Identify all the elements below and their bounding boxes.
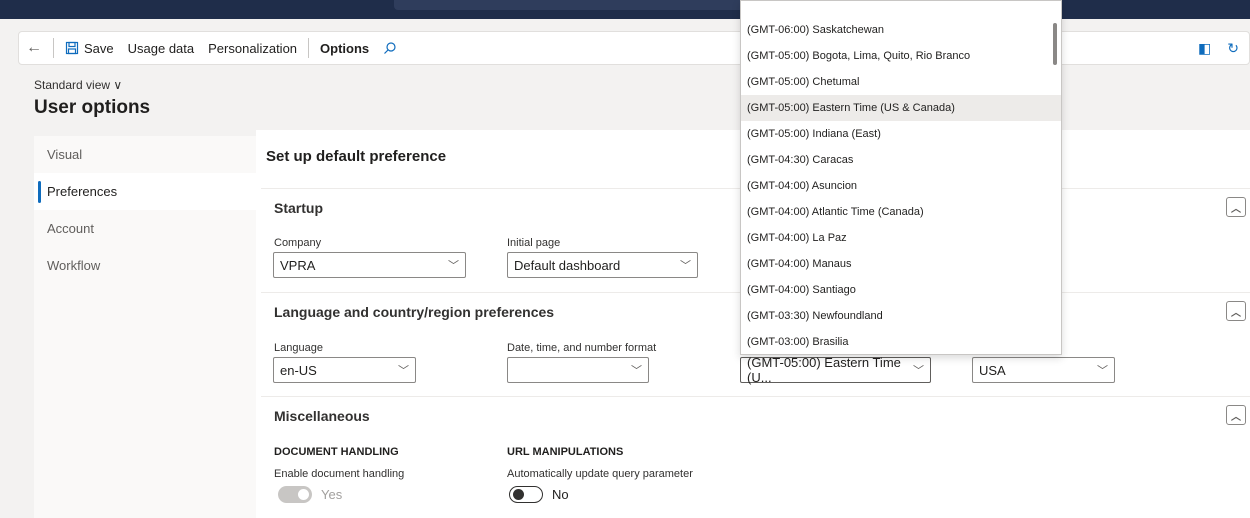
startup-heading: Startup — [274, 199, 323, 216]
toggle-switch[interactable] — [509, 486, 543, 503]
personalization-button[interactable]: Personalization — [201, 32, 304, 64]
country-value: USA — [979, 362, 1006, 378]
url-update-toggle[interactable]: No — [509, 486, 569, 503]
language-select[interactable]: en-US ﹀ — [273, 357, 416, 383]
dropdown-option[interactable]: (GMT-06:00) Saskatchewan — [741, 17, 1061, 43]
url-manipulations-heading: URL MANIPULATIONS — [507, 446, 624, 458]
document-handling-heading: DOCUMENT HANDLING — [274, 446, 399, 458]
section-title: Set up default preference — [266, 148, 447, 165]
dropdown-option[interactable]: (GMT-04:00) Asuncion — [741, 173, 1061, 199]
language-label: Language — [274, 342, 323, 354]
chevron-down-icon: ﹀ — [913, 365, 924, 377]
dropdown-option-clipped[interactable] — [741, 1, 1061, 17]
usage-data-button[interactable]: Usage data — [121, 32, 202, 64]
page-title: User options — [34, 97, 151, 118]
toolbar-search-button[interactable] — [376, 32, 404, 64]
chevron-down-icon: ﹀ — [448, 260, 459, 272]
document-handling-label: Enable document handling — [274, 468, 405, 480]
refresh-icon[interactable]: ↻ — [1227, 40, 1239, 57]
sidebar-item-account[interactable]: Account — [34, 210, 256, 247]
chevron-down-icon: ﹀ — [680, 260, 691, 272]
save-button[interactable]: Save — [58, 32, 121, 64]
arrow-left-icon: ← — [26, 39, 42, 56]
dropdown-option[interactable]: (GMT-04:00) Atlantic Time (Canada) — [741, 199, 1061, 225]
sidebar-item-visual[interactable]: Visual — [34, 136, 256, 173]
country-select[interactable]: USA ﹀ — [972, 357, 1115, 383]
chevron-up-icon: ︿ — [1231, 307, 1241, 319]
language-heading: Language and country/region preferences — [274, 303, 555, 320]
timezone-dropdown-list[interactable]: (GMT-06:00) Saskatchewan (GMT-05:00) Bog… — [740, 0, 1062, 355]
dropdown-option[interactable]: (GMT-05:00) Chetumal — [741, 69, 1061, 95]
sidebar-item-preferences[interactable]: Preferences — [34, 173, 256, 210]
chevron-down-icon: ﹀ — [398, 365, 409, 377]
toolbar-right-actions: ◧ ↻ — [1198, 32, 1239, 64]
options-button[interactable]: Options — [313, 32, 376, 64]
dropdown-option-highlighted[interactable]: (GMT-05:00) Eastern Time (US & Canada) — [741, 95, 1061, 121]
office-icon[interactable]: ◧ — [1198, 40, 1211, 57]
chevron-up-icon: ︿ — [1231, 203, 1241, 215]
save-icon — [65, 41, 79, 55]
initial-page-select[interactable]: Default dashboard ﹀ — [507, 252, 698, 278]
dropdown-option[interactable]: (GMT-03:00) Brasilia — [741, 329, 1061, 354]
top-navigation-bar — [0, 0, 1250, 19]
global-search-box[interactable] — [394, 0, 754, 10]
search-icon — [384, 42, 396, 54]
format-select[interactable]: ﹀ — [507, 357, 649, 383]
document-handling-value: Yes — [321, 487, 343, 502]
collapse-misc-button[interactable]: ︿ — [1226, 405, 1246, 425]
url-update-label: Automatically update query parameter — [507, 468, 693, 480]
company-select[interactable]: VPRA ﹀ — [273, 252, 466, 278]
language-value: en-US — [280, 362, 317, 378]
collapse-language-button[interactable]: ︿ — [1226, 301, 1246, 321]
back-button[interactable]: ← — [19, 32, 49, 64]
action-toolbar: ← Save Usage data Personalization Option… — [18, 31, 1250, 65]
dropdown-scrollbar[interactable] — [1053, 23, 1057, 65]
misc-section-header[interactable]: Miscellaneous ︿ — [261, 396, 1250, 434]
options-sidebar: Visual Preferences Account Workflow — [34, 136, 256, 518]
company-value: VPRA — [280, 257, 316, 273]
document-handling-toggle[interactable]: Yes — [278, 486, 342, 503]
view-selector[interactable]: Standard view ∨ — [34, 78, 122, 92]
dropdown-option[interactable]: (GMT-04:00) Santiago — [741, 277, 1061, 303]
sidebar-item-workflow[interactable]: Workflow — [34, 247, 256, 284]
toolbar-divider — [308, 38, 310, 58]
dropdown-option[interactable]: (GMT-05:00) Indiana (East) — [741, 121, 1061, 147]
company-label: Company — [274, 237, 322, 249]
misc-heading: Miscellaneous — [274, 407, 370, 424]
dropdown-option[interactable]: (GMT-04:00) La Paz — [741, 225, 1061, 251]
dropdown-option[interactable]: (GMT-04:30) Caracas — [741, 147, 1061, 173]
toggle-switch[interactable] — [278, 486, 312, 503]
toolbar-divider — [53, 38, 54, 58]
url-update-value: No — [552, 487, 569, 502]
initial-page-label: Initial page — [507, 237, 561, 249]
dropdown-option[interactable]: (GMT-04:00) Manaus — [741, 251, 1061, 277]
dropdown-option[interactable]: (GMT-03:30) Newfoundland — [741, 303, 1061, 329]
timezone-value: (GMT-05:00) Eastern Time (U... — [747, 355, 901, 385]
collapse-startup-button[interactable]: ︿ — [1226, 197, 1246, 217]
dropdown-option[interactable]: (GMT-05:00) Bogota, Lima, Quito, Rio Bra… — [741, 43, 1061, 69]
format-label: Date, time, and number format — [507, 342, 657, 354]
chevron-up-icon: ︿ — [1231, 411, 1241, 423]
chevron-down-icon: ﹀ — [1097, 365, 1108, 377]
save-label: Save — [84, 40, 114, 56]
chevron-down-icon: ﹀ — [631, 365, 642, 377]
initial-page-value: Default dashboard — [514, 257, 621, 273]
timezone-select[interactable]: (GMT-05:00) Eastern Time (U... ﹀ — [740, 355, 931, 385]
